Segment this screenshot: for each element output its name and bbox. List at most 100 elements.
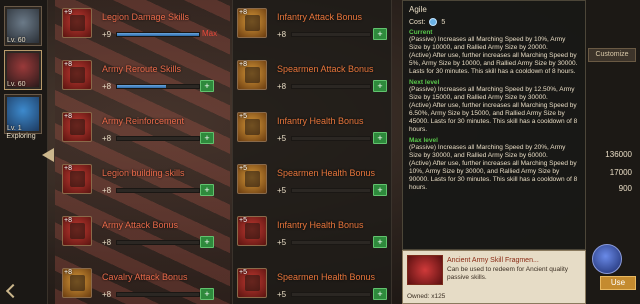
skill-name: Infantry Health Bonus	[277, 116, 364, 126]
skill-row[interactable]: +5 Infantry Health Bonus +5 +	[237, 108, 391, 154]
skill-icon[interactable]: +5	[237, 268, 267, 298]
next-passive-text: (Passive) Increases all Marching Speed b…	[409, 86, 575, 101]
skill-level-badge: +8	[64, 61, 72, 68]
upgrade-plus-button[interactable]: +	[200, 80, 214, 92]
skill-icon[interactable]: +8	[62, 164, 92, 194]
hero-slot-2[interactable]: Lv. 60	[4, 50, 42, 90]
skill-name: Infantry Attack Bonus	[277, 12, 363, 22]
soldier-icon	[245, 275, 260, 291]
item-card: Ancient Army Skill Fragmen... Can be use…	[402, 250, 586, 304]
hero-level: Lv. 60	[7, 37, 26, 44]
skill-icon[interactable]: +8	[62, 268, 92, 298]
skill-icon[interactable]: +8	[62, 60, 92, 90]
skill-level-value: +8	[102, 290, 112, 299]
upgrade-plus-button[interactable]: +	[200, 288, 214, 300]
skill-level-value: +9	[102, 30, 112, 39]
skill-level-value: +5	[277, 186, 287, 195]
max-active-text: (Active) After use, further increases al…	[409, 160, 578, 191]
hero-slot-1[interactable]: Lv. 60	[4, 6, 42, 46]
skill-column-middle: +8 Infantry Attack Bonus +8 + +8 Spearmen Att…	[232, 0, 392, 304]
skill-row[interactable]: +5 Spearmen Health Bonus +5 +	[237, 264, 391, 304]
skill-level-value: +8	[102, 238, 112, 247]
max-passive-text: (Passive) Increases all Marching Speed b…	[409, 144, 566, 159]
hero-level: Lv. 60	[7, 81, 26, 88]
skill-row[interactable]: +8 Army Reroute Skills +8 +	[62, 56, 218, 102]
upgrade-plus-button[interactable]: +	[373, 184, 387, 196]
skill-level-value: +5	[277, 238, 287, 247]
skill-row[interactable]: +8 Legion building skills +8 +	[62, 160, 218, 206]
current-active-text: (Active) After use, further increases al…	[409, 52, 578, 75]
stat-value-1: 136000	[605, 150, 632, 159]
skill-icon[interactable]: +5	[237, 112, 267, 142]
skill-column-left: +9 Legion Damage Skills +9 Max +8 Army Rerout…	[58, 0, 220, 304]
item-name: Ancient Army Skill Fragmen...	[447, 257, 539, 264]
skill-icon[interactable]: +5	[237, 164, 267, 194]
skill-orb-icon[interactable]	[592, 244, 622, 274]
skill-row[interactable]: +9 Legion Damage Skills +9 Max	[62, 4, 218, 50]
skill-icon[interactable]: +8	[62, 112, 92, 142]
hero-level: Lv. 1	[7, 125, 22, 132]
skill-progress-bar	[116, 136, 200, 141]
skill-icon[interactable]: +8	[62, 216, 92, 246]
tooltip-title: Agile	[409, 5, 427, 14]
skill-icon[interactable]: +8	[237, 8, 267, 38]
use-button[interactable]: Use	[600, 276, 636, 290]
skill-name: Spearmen Health Bonus	[277, 272, 376, 282]
cost-label: Cost:	[409, 18, 426, 26]
skill-row[interactable]: +5 Infantry Health Bonus +5 +	[237, 212, 391, 258]
skill-level-value: +8	[277, 30, 287, 39]
skill-row[interactable]: +8 Cavalry Attack Bonus +8 +	[62, 264, 218, 304]
upgrade-plus-button[interactable]: +	[373, 80, 387, 92]
upgrade-plus-button[interactable]: +	[373, 132, 387, 144]
skill-row[interactable]: +8 Spearmen Attack Bonus +8 +	[237, 56, 391, 102]
upgrade-plus-button[interactable]: +	[200, 184, 214, 196]
max-level-heading: Max level	[409, 137, 438, 144]
skill-row[interactable]: +8 Army Reinforcement +8 +	[62, 108, 218, 154]
skill-icon[interactable]: +5	[237, 216, 267, 246]
skill-name: Legion building skills	[102, 168, 185, 178]
customize-button[interactable]: Customize	[588, 48, 636, 62]
upgrade-plus-button[interactable]: +	[200, 132, 214, 144]
skill-level-badge: +9	[64, 9, 72, 16]
upgrade-plus-button[interactable]: +	[200, 236, 214, 248]
skill-name: Army Reinforcement	[102, 116, 185, 126]
skill-level-badge: +8	[239, 61, 247, 68]
soldier-icon	[70, 15, 85, 31]
soldier-icon	[245, 171, 260, 187]
skill-progress-bar	[291, 188, 371, 193]
skill-level-value: +8	[102, 134, 112, 143]
next-active-text: (Active) After use, further increases al…	[409, 102, 578, 133]
soldier-icon	[70, 119, 85, 135]
skill-level-value: +5	[277, 134, 287, 143]
skill-level-badge: +8	[64, 165, 72, 172]
skill-level-badge: +8	[64, 217, 72, 224]
skill-row[interactable]: +8 Army Attack Bonus +8 +	[62, 212, 218, 258]
skill-name: Legion Damage Skills	[102, 12, 190, 22]
upgrade-plus-button[interactable]: +	[373, 236, 387, 248]
current-passive-text: (Passive) Increases all Marching Speed b…	[409, 36, 566, 51]
skill-level-badge: +5	[239, 269, 247, 276]
soldier-icon	[70, 171, 85, 187]
skill-row[interactable]: +8 Infantry Attack Bonus +8 +	[237, 4, 391, 50]
skill-level-badge: +5	[239, 165, 247, 172]
cost-value: 5	[441, 18, 446, 26]
item-description: Can be used to redeem for Ancient qualit…	[447, 266, 569, 281]
soldier-icon	[245, 67, 260, 83]
skill-level-value: +5	[277, 290, 287, 299]
skill-icon[interactable]: +8	[237, 60, 267, 90]
skill-level-badge: +5	[239, 217, 247, 224]
skill-level-badge: +8	[239, 9, 247, 16]
soldier-icon	[70, 67, 85, 83]
skill-level-value: +8	[102, 186, 112, 195]
skill-row[interactable]: +5 Spearmen Health Bonus +5 +	[237, 160, 391, 206]
upgrade-plus-button[interactable]: +	[373, 288, 387, 300]
stat-value-2: 17000	[609, 168, 632, 177]
skill-point-icon	[429, 18, 438, 26]
soldier-icon	[70, 275, 85, 291]
upgrade-plus-button[interactable]: +	[373, 28, 387, 40]
skill-fragment-icon	[407, 255, 443, 285]
skill-progress-bar	[291, 32, 371, 37]
hero-slot-3[interactable]: Lv. 1	[4, 94, 42, 134]
skill-icon[interactable]: +9	[62, 8, 92, 38]
tooltip-cost: Cost: 5	[409, 18, 579, 26]
